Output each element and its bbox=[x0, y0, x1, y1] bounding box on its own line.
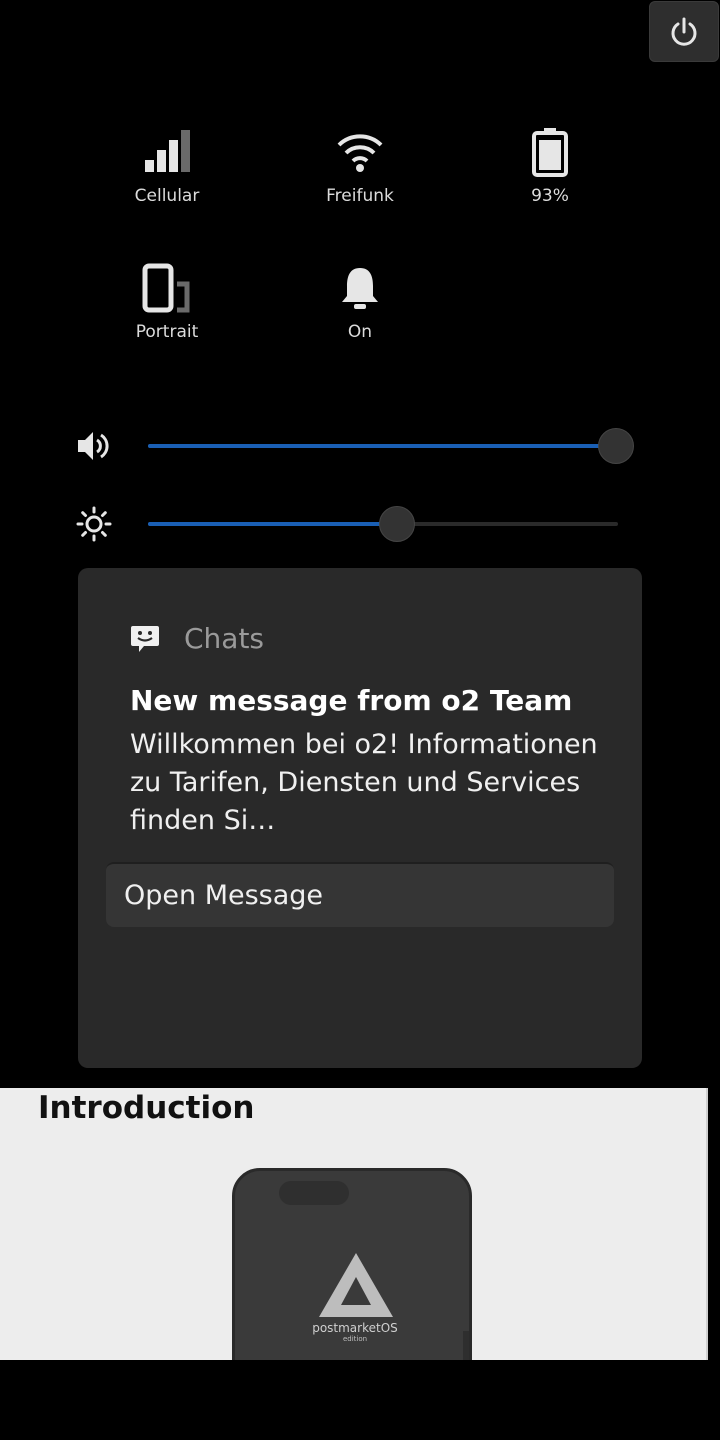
chat-icon bbox=[131, 625, 159, 652]
brightness-icon bbox=[76, 506, 112, 542]
tile-wifi-label: Freifunk bbox=[326, 186, 394, 206]
phone-side-button bbox=[463, 1331, 469, 1360]
phone-image: postmarketOS edition bbox=[232, 1168, 472, 1360]
notification-title: New message from o2 Team bbox=[130, 684, 573, 717]
phone-caption: postmarketOS bbox=[312, 1321, 398, 1335]
postmarketos-logo-icon bbox=[319, 1253, 393, 1317]
phone-subcaption: edition bbox=[342, 1335, 368, 1343]
wifi-icon bbox=[337, 134, 383, 172]
background-page: Introduction postmarketOS edition bbox=[0, 1088, 708, 1360]
tile-notifications-label: On bbox=[347, 322, 373, 342]
page-heading: Introduction bbox=[38, 1090, 255, 1126]
volume-slider-handle[interactable] bbox=[598, 428, 634, 464]
rotation-icon bbox=[142, 263, 190, 313]
volume-icon bbox=[78, 432, 109, 460]
bell-icon bbox=[342, 268, 378, 309]
brightness-slider-handle[interactable] bbox=[379, 506, 416, 542]
notification-app-row: Chats bbox=[130, 622, 264, 655]
volume-slider[interactable] bbox=[148, 428, 634, 464]
tile-battery[interactable]: 93% bbox=[465, 122, 635, 206]
tile-rotation[interactable]: Portrait bbox=[82, 258, 252, 342]
notification-body: Willkommen bei o2! Informationen zu Tari… bbox=[130, 729, 598, 836]
tile-battery-label: 93% bbox=[531, 186, 569, 206]
tile-notifications[interactable]: On bbox=[275, 258, 445, 342]
open-message-button[interactable]: Open Message bbox=[106, 862, 614, 927]
brightness-slider-row bbox=[76, 504, 646, 544]
tile-cellular[interactable]: Cellular bbox=[82, 122, 252, 206]
volume-slider-row bbox=[76, 426, 646, 466]
signal-icon bbox=[145, 130, 190, 172]
tile-wifi[interactable]: Freifunk bbox=[275, 122, 445, 206]
brightness-slider-fill bbox=[148, 522, 398, 526]
notification-app-name: Chats bbox=[184, 622, 265, 655]
tile-cellular-label: Cellular bbox=[134, 186, 200, 206]
power-icon bbox=[671, 17, 697, 46]
battery-icon bbox=[532, 128, 568, 177]
power-button[interactable] bbox=[649, 1, 719, 62]
camera-bar bbox=[279, 1181, 349, 1205]
volume-slider-fill bbox=[148, 444, 618, 448]
brightness-slider[interactable] bbox=[148, 506, 618, 542]
tile-rotation-label: Portrait bbox=[135, 322, 199, 342]
notification-card[interactable]: Chats New message from o2 Team Willkomme… bbox=[78, 568, 642, 1068]
